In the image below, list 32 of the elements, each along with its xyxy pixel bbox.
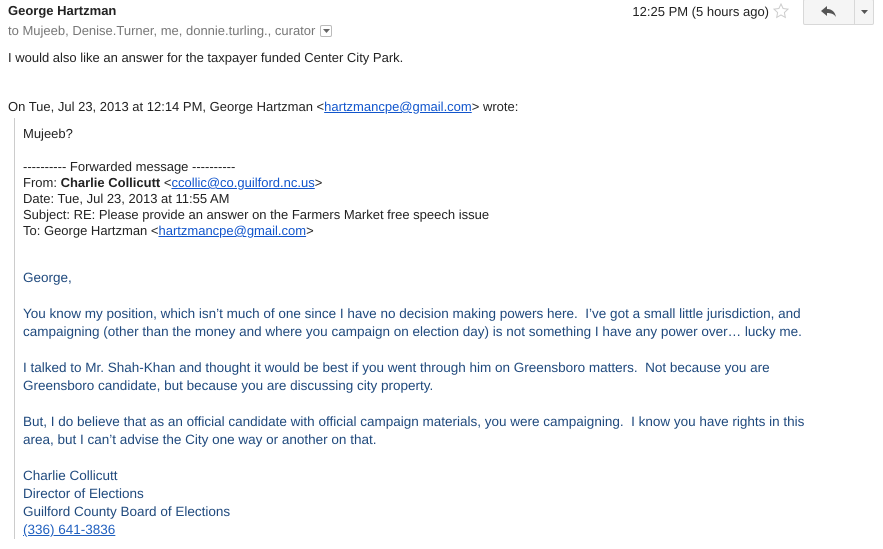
forward-header-text: Subject: RE: Please provide an answer on the Farmers Market free speech issue [23,207,490,222]
paragraph: But, I do believe that as an official candidate with official campaign materials, you were campaigning. I know you have rights in this area, but I can’t advise the City one way or another on that. [23,413,806,449]
attribution-text: > wrote: [472,99,518,114]
attribution-text: On Tue, Jul 23, 2013 at 12:14 PM, George Hartzman < [8,99,324,114]
details-dropdown[interactable] [320,25,332,37]
message-text: I would also like an answer for the taxpayer funded Center City Park. [8,50,404,66]
reply-button[interactable] [803,0,855,25]
forward-header-text: ---------- Forwarded message ---------- [23,159,236,174]
caret-icon [860,10,868,14]
reply-icon [821,6,837,18]
forward-header-text: From: Charlie Collicutt < [23,175,172,190]
sender-name: George Hartzman [8,2,118,19]
forward-header-text: > [306,223,314,238]
forward-header-text: > [314,175,322,190]
star-icon[interactable] [773,3,789,19]
phone-link[interactable]: (336) 641-3836 [23,521,116,539]
recipients-text: to Mujeeb, Denise.Turner, me, donnie.turling., curator [8,23,316,39]
email-link[interactable]: hartzmancpe@gmail.com [158,223,306,238]
paragraph: George, [23,269,73,287]
paragraph: I talked to Mr. Shah-Khan and thought it would be best if you went through him on Greensboro matters. Not because you are Greensboro candidate, but because you are discussing city property. [23,359,771,395]
more-dropdown-button[interactable] [855,0,874,25]
message-time: 12:25 PM (5 hours ago) [632,3,769,20]
forward-header-text: To: George Hartzman < [23,223,158,238]
signature-line: Charlie Collicutt [23,467,118,485]
email-link[interactable]: hartzmancpe@gmail.com [324,99,472,114]
paragraph: You know my position, which isn’t much of one since I have no decision making powers here. I’ve got a small little jurisdiction, and campaigning (other than the money and where you campaign on election day) is not something I have any power over… lucky me. [23,305,803,341]
signature-line: Director of Elections [23,485,144,503]
caret-icon [322,29,330,33]
forward-header-text: Date: Tue, Jul 23, 2013 at 11:55 AM [23,191,230,206]
signature-line: Guilford County Board of Elections [23,503,230,521]
email-link[interactable]: ccollic@co.guilford.nc.us [171,175,315,190]
quoted-text: Mujeeb? [23,126,74,142]
